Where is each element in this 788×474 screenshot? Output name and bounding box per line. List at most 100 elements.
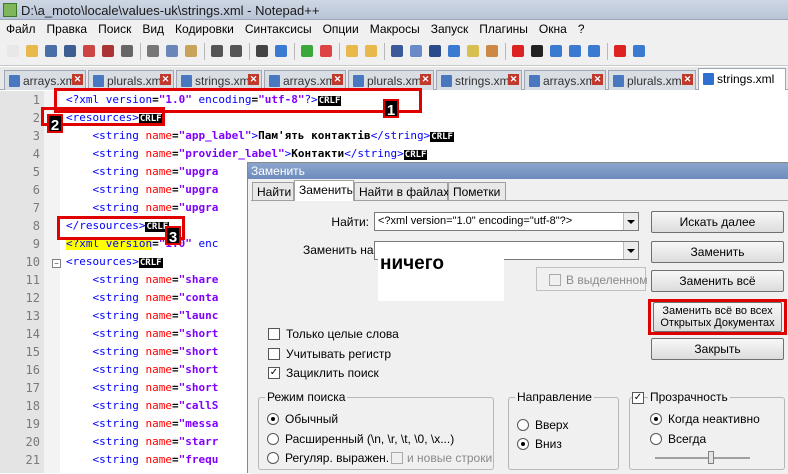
menu-run[interactable]: Запуск <box>425 20 474 36</box>
replace-all-button[interactable]: Заменить всё <box>651 270 784 292</box>
find-icon[interactable] <box>253 42 271 60</box>
redo-icon[interactable] <box>227 42 245 60</box>
menu-search[interactable]: Поиск <box>92 20 136 36</box>
show-all-chars-icon[interactable] <box>407 42 425 60</box>
find-next-button[interactable]: Искать далее <box>651 211 784 233</box>
code-line[interactable]: <string name="short <box>66 361 219 379</box>
zoom-out-icon[interactable] <box>317 42 335 60</box>
record-macro-icon[interactable] <box>509 42 527 60</box>
code-line[interactable]: <string name="share <box>66 271 219 289</box>
word-wrap-icon[interactable] <box>388 42 406 60</box>
sync-h-icon[interactable] <box>362 42 380 60</box>
menu-encoding[interactable]: Кодировки <box>169 20 239 36</box>
in-selection-checkbox[interactable] <box>549 274 561 286</box>
code-line[interactable]: <string name="messa <box>66 415 219 433</box>
play-macro-icon[interactable] <box>547 42 565 60</box>
whole-word-checkbox[interactable] <box>268 328 280 340</box>
mode-regex-radio[interactable] <box>267 452 279 464</box>
code-line[interactable]: <resources>CRLF <box>66 253 163 271</box>
close-button[interactable]: Закрыть <box>651 338 784 360</box>
close-tab-icon[interactable]: ✕ <box>248 74 259 85</box>
direction-down-radio[interactable] <box>517 438 529 450</box>
transparency-slider-track[interactable] <box>655 457 750 459</box>
tab-plurals-1[interactable]: plurals.xml ✕ <box>88 70 174 90</box>
code-line[interactable]: <string name="upgra <box>66 199 219 217</box>
tab-mark[interactable]: Пометки <box>448 182 506 200</box>
run-macro-multiple-icon[interactable] <box>566 42 584 60</box>
replace-icon[interactable] <box>272 42 290 60</box>
cut-icon[interactable] <box>144 42 162 60</box>
direction-up-radio[interactable] <box>517 419 529 431</box>
close-tab-icon[interactable]: ✕ <box>72 74 83 85</box>
dropdown-arrow-icon[interactable] <box>623 242 638 259</box>
save-icon[interactable] <box>42 42 60 60</box>
tab-replace[interactable]: Заменить <box>294 180 354 201</box>
tab-find[interactable]: Найти <box>252 182 294 200</box>
save-macro-icon[interactable] <box>585 42 603 60</box>
menu-help[interactable]: ? <box>572 20 590 36</box>
udl-icon[interactable] <box>445 42 463 60</box>
close-tab-icon[interactable]: ✕ <box>420 74 431 85</box>
menu-edit[interactable]: Правка <box>41 20 93 36</box>
code-line[interactable]: <string name="upgra <box>66 181 219 199</box>
function-list-icon[interactable] <box>483 42 501 60</box>
tab-arrays-3[interactable]: arrays.xml ✕ <box>524 70 606 90</box>
menu-view[interactable]: Вид <box>136 20 169 36</box>
undo-icon[interactable] <box>208 42 226 60</box>
fold-toggle-icon[interactable]: − <box>52 259 61 268</box>
close-tab-icon[interactable]: ✕ <box>332 74 343 85</box>
tab-plurals-3[interactable]: plurals.xml ✕ <box>608 70 696 90</box>
spell-options-icon[interactable] <box>630 42 648 60</box>
transparency-inactive-radio[interactable] <box>650 413 662 425</box>
doc-map-icon[interactable] <box>464 42 482 60</box>
indent-guide-icon[interactable] <box>426 42 444 60</box>
transparency-always-radio[interactable] <box>650 433 662 445</box>
save-all-icon[interactable] <box>61 42 79 60</box>
tab-arrays-1[interactable]: arrays.xml ✕ <box>4 70 86 90</box>
menu-settings[interactable]: Опции <box>317 20 364 36</box>
code-line[interactable]: <string name="launc <box>66 307 219 325</box>
code-line[interactable]: <string name="short <box>66 379 219 397</box>
tab-find-in-files[interactable]: Найти в файлах <box>354 182 449 200</box>
sync-v-icon[interactable] <box>343 42 361 60</box>
mode-normal-radio[interactable] <box>267 413 279 425</box>
code-line[interactable]: <string name="short <box>66 325 219 343</box>
transparency-slider-thumb[interactable] <box>708 451 714 464</box>
open-file-icon[interactable] <box>23 42 41 60</box>
menu-file[interactable]: Файл <box>0 20 41 36</box>
zoom-in-icon[interactable] <box>298 42 316 60</box>
code-line[interactable]: <string name="starr <box>66 433 219 451</box>
replace-all-open-docs-button[interactable]: Заменить всё во всех Открытых Документах <box>653 302 782 332</box>
close-tab-icon[interactable]: ✕ <box>508 74 519 85</box>
paste-icon[interactable] <box>182 42 200 60</box>
tab-strings-active[interactable]: strings.xml <box>698 68 786 90</box>
code-line[interactable]: <string name="provider_label">Контакти</… <box>66 145 428 163</box>
close-all-icon[interactable] <box>99 42 117 60</box>
code-line[interactable]: <string name="frequ <box>66 451 219 469</box>
transparency-checkbox[interactable]: ✓ <box>632 392 644 404</box>
match-case-checkbox[interactable] <box>268 348 280 360</box>
close-tab-icon[interactable]: ✕ <box>160 74 171 85</box>
code-line[interactable]: <string name="app_label">Пам'ять контакт… <box>66 127 454 145</box>
menu-macro[interactable]: Макросы <box>364 20 425 36</box>
close-file-icon[interactable] <box>80 42 98 60</box>
print-icon[interactable] <box>118 42 136 60</box>
close-tab-icon[interactable]: ✕ <box>682 74 693 85</box>
menu-plugins[interactable]: Плагины <box>473 20 533 36</box>
tab-arrays-2[interactable]: arrays.xml ✕ <box>264 70 346 90</box>
wrap-around-checkbox[interactable]: ✓ <box>268 367 280 379</box>
stop-macro-icon[interactable] <box>528 42 546 60</box>
tab-strings-2[interactable]: strings.xml ✕ <box>436 70 522 90</box>
menu-window[interactable]: Окна <box>533 20 572 36</box>
code-line[interactable]: <string name="upgra <box>66 163 219 181</box>
code-line[interactable]: <string name="conta <box>66 289 219 307</box>
tab-plurals-2[interactable]: plurals.xml ✕ <box>348 70 434 90</box>
replace-button[interactable]: Заменить <box>651 241 784 263</box>
spell-check-icon[interactable] <box>611 42 629 60</box>
mode-extended-radio[interactable] <box>267 433 279 445</box>
code-line[interactable]: <string name="short <box>66 343 219 361</box>
find-input[interactable]: <?xml version="1.0" encoding="utf-8"?> <box>374 212 639 231</box>
newlines-checkbox[interactable] <box>391 452 403 464</box>
tab-strings-1[interactable]: strings.xml ✕ <box>176 70 262 90</box>
copy-icon[interactable] <box>163 42 181 60</box>
